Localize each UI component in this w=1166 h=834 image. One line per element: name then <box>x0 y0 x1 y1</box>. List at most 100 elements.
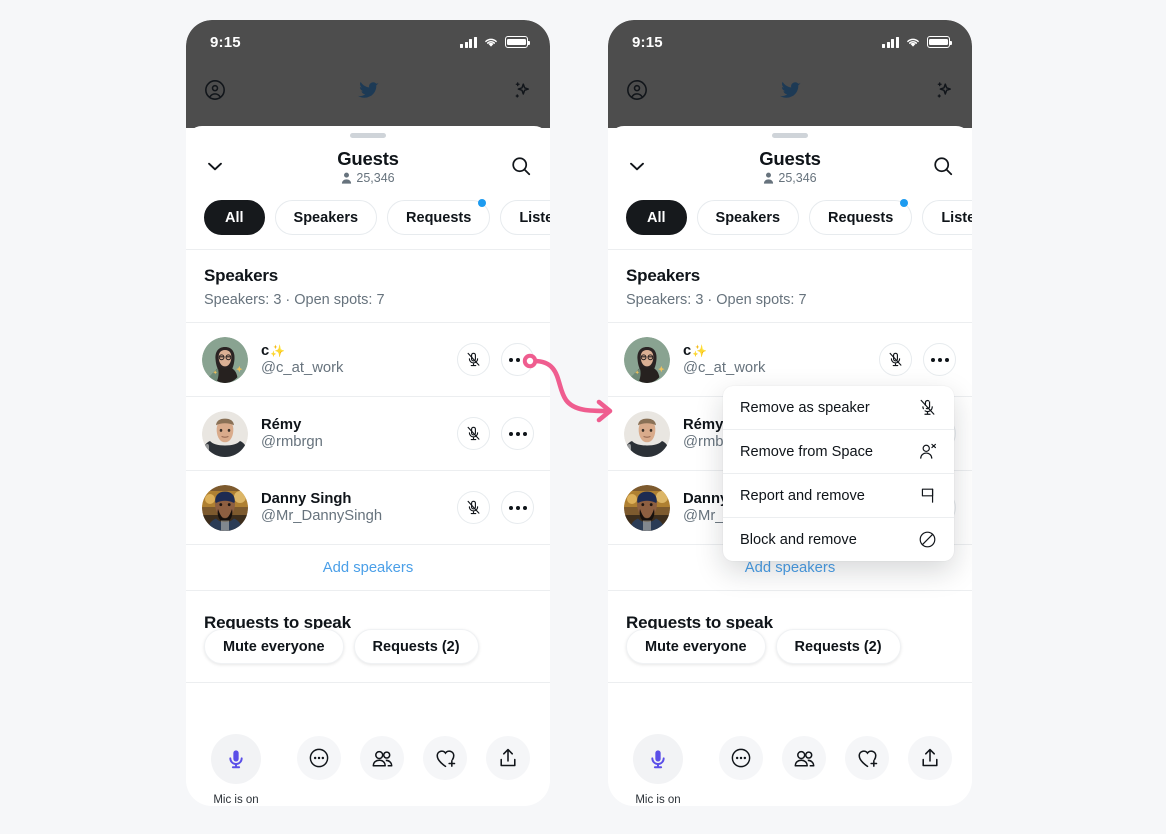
mic-on-button[interactable] <box>633 734 683 784</box>
more-options-button[interactable] <box>501 491 534 524</box>
tab-all-label: All <box>225 209 244 226</box>
mic-toggle[interactable]: Mic is on <box>206 734 266 806</box>
sparkles-icon[interactable] <box>932 79 954 101</box>
share-button[interactable] <box>908 736 952 780</box>
requests-count-button[interactable]: Requests (2) <box>353 629 479 664</box>
guests-button[interactable] <box>782 736 826 780</box>
status-bar: 9:15 <box>186 20 550 64</box>
status-bar-clock: 9:15 <box>210 33 241 51</box>
react-button[interactable] <box>423 736 467 780</box>
account-circle-icon[interactable] <box>626 79 648 101</box>
filter-tabs: All Speakers Requests Listening <box>186 194 550 249</box>
more-options-button[interactable] <box>297 736 341 780</box>
guests-button[interactable] <box>360 736 404 780</box>
speaker-row[interactable]: c ✨ @c_at_work <box>186 323 550 396</box>
menu-item-block-and-remove[interactable]: Block and remove <box>723 518 954 561</box>
divider <box>186 682 550 683</box>
mic-on-button[interactable] <box>211 734 261 784</box>
tab-speakers[interactable]: Speakers <box>274 200 378 235</box>
account-circle-icon[interactable] <box>204 79 226 101</box>
status-bar-clock: 9:15 <box>632 33 663 51</box>
menu-item-label: Block and remove <box>740 531 857 548</box>
speaker-name: Rémy <box>683 417 724 433</box>
mute-everyone-button[interactable]: Mute everyone <box>204 629 344 664</box>
react-button[interactable] <box>845 736 889 780</box>
guest-count-value: 25,346 <box>356 170 395 185</box>
mic-off-icon-button[interactable] <box>457 417 490 450</box>
curved-arrow-icon <box>522 353 613 423</box>
tab-speakers-label: Speakers <box>715 209 781 226</box>
sheet-header: Guests 25,346 <box>186 138 550 194</box>
speakers-section-header: Speakers Speakers: 3 · Open spots: 7 <box>186 250 550 322</box>
speaker-name: Danny Singh <box>261 491 352 507</box>
menu-item-remove-from-space[interactable]: Remove from Space <box>723 430 954 473</box>
add-speakers-button[interactable]: Add speakers <box>186 545 550 590</box>
mute-everyone-label: Mute everyone <box>223 638 325 655</box>
tab-listening[interactable]: Listening <box>500 200 550 235</box>
speaker-row[interactable]: Danny Singh @Mr_DannySingh <box>186 471 550 544</box>
speakers-subtext: Speakers: 3 · Open spots: 7 <box>626 292 807 308</box>
sheet-header: Guests 25,346 <box>608 138 972 194</box>
avatar <box>202 410 248 457</box>
mute-everyone-label: Mute everyone <box>645 638 747 655</box>
search-icon[interactable] <box>932 155 954 177</box>
app-chrome-dimmed: 9:15 <box>186 20 550 128</box>
speaker-identity: Rémy @rmbrgn <box>261 417 457 450</box>
sparkle-emoji-icon: ✨ <box>270 344 286 358</box>
menu-item-report-and-remove[interactable]: Report and remove <box>723 474 954 517</box>
avatar <box>624 336 670 383</box>
mic-status-label: Mic is on <box>635 794 681 806</box>
speaker-name: Rémy <box>261 417 302 433</box>
speaker-identity: Danny Singh @Mr_DannySingh <box>261 491 457 524</box>
menu-item-remove-as-speaker[interactable]: Remove as speaker <box>723 386 954 429</box>
search-icon[interactable] <box>510 155 532 177</box>
sheet-title-block: Guests 25,346 <box>608 148 972 185</box>
tab-listening[interactable]: Listening <box>922 200 972 235</box>
add-speakers-label: Add speakers <box>322 559 414 576</box>
more-horizontal-icon <box>508 431 527 436</box>
chevron-down-icon[interactable] <box>626 155 648 177</box>
person-remove-icon <box>920 443 937 459</box>
tab-all[interactable]: All <box>626 200 687 235</box>
speakers-heading: Speakers <box>626 266 701 285</box>
mic-toggle[interactable]: Mic is on <box>628 734 688 806</box>
mute-everyone-button[interactable]: Mute everyone <box>626 629 766 664</box>
app-top-nav <box>186 64 550 116</box>
speaker-row[interactable]: Rémy @rmbrgn <box>186 397 550 470</box>
tab-requests-label: Requests <box>828 209 894 226</box>
divider <box>608 682 972 683</box>
tab-speakers-label: Speakers <box>293 209 359 226</box>
share-button[interactable] <box>486 736 530 780</box>
filter-tabs: All Speakers Requests Listening <box>608 194 972 249</box>
phone-mockup-after: 9:15 Guests 25,346 All Speakers Requests… <box>608 20 972 806</box>
tab-all[interactable]: All <box>204 200 265 235</box>
speaker-name: c <box>683 343 692 359</box>
more-options-button[interactable] <box>923 343 956 376</box>
speaker-handle: @c_at_work <box>683 360 766 376</box>
battery-full-icon <box>927 36 953 48</box>
speaker-name-row: c ✨ <box>683 343 879 359</box>
tab-speakers[interactable]: Speakers <box>696 200 800 235</box>
mic-off-icon-button[interactable] <box>457 491 490 524</box>
app-top-nav <box>608 64 972 116</box>
battery-full-icon <box>505 36 531 48</box>
menu-item-label: Remove as speaker <box>740 399 870 416</box>
more-options-button[interactable] <box>719 736 763 780</box>
tab-listening-label: Listening <box>941 209 972 226</box>
tab-requests[interactable]: Requests <box>387 199 491 235</box>
tab-all-label: All <box>647 209 666 226</box>
screenshot-canvas: 9:15 Guests 25,346 All Speakers Requests… <box>0 0 1166 834</box>
speaker-name-row: c ✨ <box>261 343 457 359</box>
speaker-handle: @rmbrgn <box>261 434 323 450</box>
requests-count-button[interactable]: Requests (2) <box>775 629 901 664</box>
block-icon <box>919 531 936 548</box>
guest-count: 25,346 <box>186 171 550 185</box>
chevron-down-icon[interactable] <box>204 155 226 177</box>
tab-requests[interactable]: Requests <box>809 199 913 235</box>
sparkles-icon[interactable] <box>510 79 532 101</box>
mic-off-icon-button[interactable] <box>879 343 912 376</box>
speaker-context-menu: Remove as speaker Remove from Space Repo… <box>723 386 954 561</box>
avatar <box>624 410 670 457</box>
notification-dot-icon <box>900 199 909 207</box>
mic-off-icon-button[interactable] <box>457 343 490 376</box>
